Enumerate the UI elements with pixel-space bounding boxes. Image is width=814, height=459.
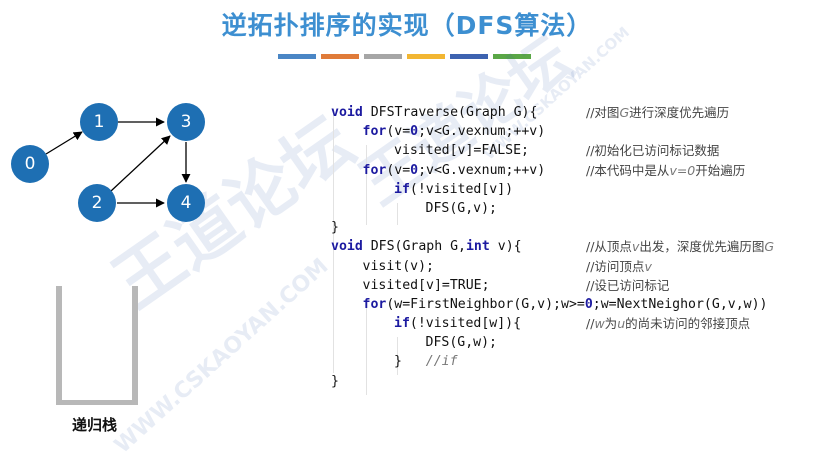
comment-token: G xyxy=(764,239,775,255)
code-keyword: for xyxy=(362,162,387,178)
code-keyword: if xyxy=(394,181,410,197)
code-keyword: for xyxy=(362,124,387,140)
code-token: visited[v]=FALSE; xyxy=(394,143,529,159)
stack-left-wall xyxy=(56,286,62,404)
code-token: DFS(G,w); xyxy=(425,335,497,351)
slide-title: 逆拓扑排序的实现（DFS算法） xyxy=(221,11,593,40)
code-token: DFS(Graph G, xyxy=(362,239,466,255)
code-comment: //设已访问标记 xyxy=(586,276,669,295)
code-token: (!visited[v]) xyxy=(409,181,514,197)
code-text: if(!visited[w]){ xyxy=(394,314,521,333)
code-number: 0 xyxy=(410,162,419,178)
color-bar-segment xyxy=(450,54,488,59)
code-keyword: int xyxy=(465,239,490,255)
code-text: visited[v]=FALSE; xyxy=(394,141,529,160)
comment-token: 为 xyxy=(604,316,618,332)
svg-text:4: 4 xyxy=(181,193,192,213)
code-text: DFS(G,v); xyxy=(426,199,497,218)
code-text: visited[v]=TRUE; xyxy=(363,276,490,295)
recursion-stack-label: 递归栈 xyxy=(72,416,118,434)
code-token: ;w=NextNeighor(G,v,w)) xyxy=(592,296,768,312)
code-text: void DFSTraverse(Graph G){ xyxy=(331,103,537,122)
code-text: } xyxy=(331,218,339,237)
graph-node-0: 0 xyxy=(11,145,49,183)
edge-0-1 xyxy=(45,131,83,155)
code-token: (v= xyxy=(386,124,411,140)
code-text: void DFS(Graph G,int v){ xyxy=(331,237,522,256)
code-number: 0 xyxy=(410,124,419,140)
code-token: } xyxy=(331,220,339,236)
code-keyword: void xyxy=(331,105,363,120)
color-bar-segment xyxy=(407,54,445,59)
comment-token: w xyxy=(594,316,605,332)
comment-token: 的尚未访问的邻接顶点 xyxy=(625,316,751,332)
code-token: visited[v]=TRUE; xyxy=(362,277,490,293)
code-token: (!visited[w]){ xyxy=(409,316,522,332)
code-token: } xyxy=(331,373,339,389)
comment-token: 出发，深度优先遍历图 xyxy=(639,239,765,255)
code-token: //if xyxy=(425,354,458,370)
code-text: for(v=0;v<G.vexnum;++v) xyxy=(363,161,546,180)
svg-text:3: 3 xyxy=(181,112,192,132)
comment-token: 进行深度优先遍历 xyxy=(629,105,730,120)
code-comment: //从顶点v出发，深度优先遍历图G xyxy=(586,237,774,256)
comment-token: 开始遍历 xyxy=(695,162,746,178)
directed-graph: 0 1 3 2 4 xyxy=(11,103,205,222)
code-token: visit(v); xyxy=(362,258,434,274)
stack-bottom xyxy=(56,400,138,405)
graph-node-2: 2 xyxy=(78,184,116,222)
code-token: ;v<G.vexnum;++v) xyxy=(418,162,546,178)
code-text: } xyxy=(331,372,339,391)
code-keyword: void xyxy=(331,239,363,255)
code-text: visit(v); xyxy=(363,257,434,276)
comment-token: //本代码中是从 xyxy=(586,162,670,178)
code-text: } //if xyxy=(394,352,458,371)
code-number: 0 xyxy=(584,296,593,312)
comment-token: v xyxy=(644,258,652,274)
color-bar-segment xyxy=(493,54,531,59)
indent-guide xyxy=(397,203,398,225)
graph-node-1: 1 xyxy=(80,103,118,141)
color-bar-segment xyxy=(364,54,402,59)
indent-guide xyxy=(366,145,367,225)
code-comment: //w为u的尚未访问的邻接顶点 xyxy=(586,314,750,333)
code-text: if(!visited[v]) xyxy=(394,180,513,199)
comment-token: //初始化已访问标记数据 xyxy=(586,143,720,159)
code-text: for(w=FirstNeighbor(G,v);w>=0;w=NextNeig… xyxy=(363,295,768,314)
code-token: v){ xyxy=(489,239,522,255)
color-bar-segment xyxy=(321,54,359,59)
code-comment: //对图G进行深度优先遍历 xyxy=(586,103,729,122)
svg-text:0: 0 xyxy=(25,154,36,174)
code-token: (v= xyxy=(386,162,411,178)
comment-token: v=0 xyxy=(669,162,696,178)
svg-text:1: 1 xyxy=(94,112,105,132)
code-comment: //本代码中是从v=0开始遍历 xyxy=(586,161,745,180)
code-comment: //访问顶点v xyxy=(586,257,652,276)
stack-right-wall xyxy=(132,286,138,404)
comment-token: //访问顶点 xyxy=(586,258,645,274)
comment-token: //设已访问标记 xyxy=(586,277,670,293)
graph-node-4: 4 xyxy=(167,184,205,222)
code-text: DFS(G,w); xyxy=(426,333,497,352)
comment-token: //从顶点 xyxy=(586,239,632,255)
code-token: } xyxy=(394,354,426,370)
comment-token: u xyxy=(617,316,626,332)
svg-text:2: 2 xyxy=(92,193,103,213)
code-token: DFS(G,v); xyxy=(425,200,497,216)
code-comment: //初始化已访问标记数据 xyxy=(586,141,719,160)
edge-2-3 xyxy=(110,135,171,192)
graph-node-3: 3 xyxy=(167,103,205,141)
comment-token: G xyxy=(619,105,630,120)
code-keyword: for xyxy=(362,296,387,312)
color-bar-segment xyxy=(278,54,316,59)
comment-token: //对图 xyxy=(586,105,620,120)
code-token: DFSTraverse(Graph G){ xyxy=(362,105,538,120)
code-text: for(v=0;v<G.vexnum;++v) xyxy=(363,122,546,141)
watermark-url: WWW.CSKAOYAN.COM xyxy=(110,253,334,459)
code-token: (w=FirstNeighbor(G,v);w>= xyxy=(386,296,585,312)
code-keyword: if xyxy=(394,316,410,332)
code-token: ;v<G.vexnum;++v) xyxy=(418,124,546,140)
